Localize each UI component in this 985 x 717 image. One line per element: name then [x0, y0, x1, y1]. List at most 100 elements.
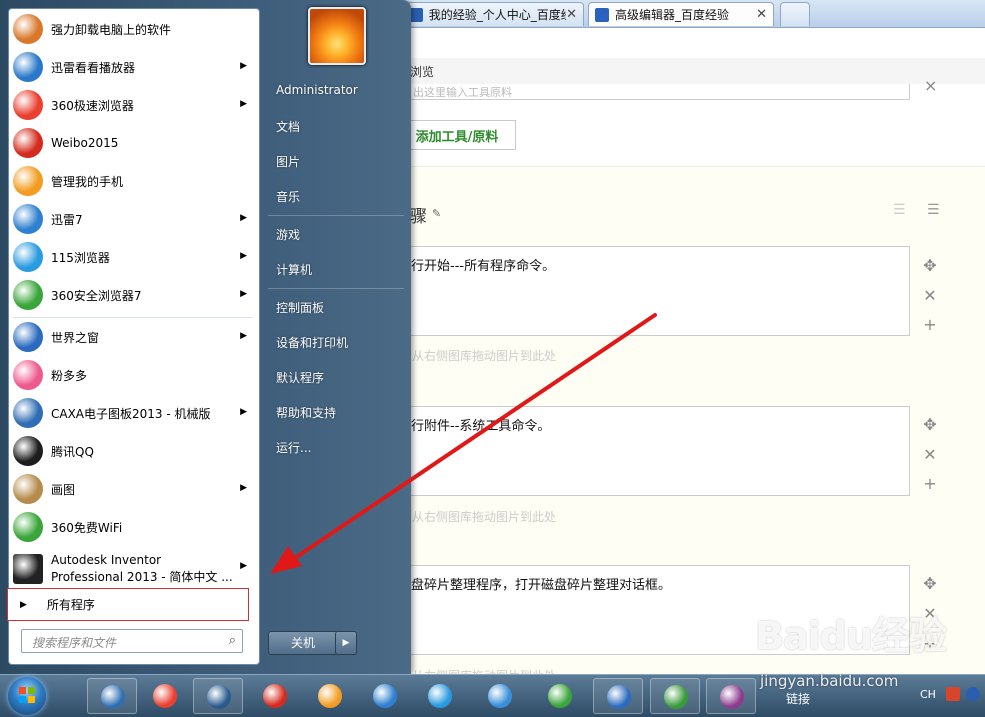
tool-input[interactable]: 出这里输入工具原料: [380, 84, 910, 100]
program-item[interactable]: 迅雷7 ▶: [13, 201, 255, 237]
program-item[interactable]: Autodesk Inventor Professional 2013 - 简体中…: [13, 549, 255, 589]
computer-link[interactable]: 计算机: [276, 261, 312, 278]
devices-printers-link[interactable]: 设备和打印机: [276, 334, 348, 351]
taskbar-button[interactable]: [535, 678, 585, 714]
media-center-icon: [101, 685, 125, 709]
program-item[interactable]: 腾讯QQ: [13, 433, 255, 469]
bookmark-item[interactable]: 浏览: [410, 63, 434, 80]
submenu-arrow-icon[interactable]: ▶: [240, 251, 247, 261]
taskbar-button[interactable]: [650, 678, 700, 714]
start-menu-links: Administrator 文档 图片 音乐 游戏 计算机 控制面板 设备和打印…: [260, 0, 411, 674]
program-item[interactable]: 迅雷看看播放器 ▶: [13, 49, 255, 85]
user-name-link[interactable]: Administrator: [276, 83, 358, 97]
divider: [268, 215, 404, 216]
music-link[interactable]: 音乐: [276, 188, 300, 205]
submenu-arrow-icon[interactable]: ▶: [240, 483, 247, 493]
close-tab-icon[interactable]: ✕: [756, 7, 767, 22]
move-icon[interactable]: ✥: [922, 574, 938, 593]
add-tool-button[interactable]: 添加工具/原料: [398, 120, 516, 150]
program-item[interactable]: 360极速浏览器 ▶: [13, 87, 255, 123]
tray-link[interactable]: 链接: [786, 690, 810, 707]
taskbar-button[interactable]: [593, 678, 643, 714]
tab-label: 高级编辑器_百度经验: [615, 8, 730, 22]
taskbar-button[interactable]: [706, 678, 756, 714]
move-icon[interactable]: ✥: [922, 256, 938, 275]
taskbar-button[interactable]: [360, 678, 410, 714]
windows-logo-icon: [19, 687, 35, 703]
watermark-url: jingyan.baidu.com: [760, 672, 899, 690]
close-icon[interactable]: ×: [924, 76, 937, 95]
user-avatar[interactable]: [308, 7, 366, 65]
steps-heading: 骤: [410, 207, 427, 227]
phone-manager-icon: [13, 166, 43, 196]
games-link[interactable]: 游戏: [276, 226, 300, 243]
submenu-arrow-icon[interactable]: ▶: [240, 407, 247, 417]
tab-advanced-editor[interactable]: 高级编辑器_百度经验 ✕: [588, 2, 774, 26]
default-programs-link[interactable]: 默认程序: [276, 369, 324, 386]
program-item[interactable]: 360安全浏览器7 ▶: [13, 277, 255, 313]
weibo-icon: [13, 128, 43, 158]
phone-manager-icon: [318, 684, 342, 708]
pencil-icon[interactable]: ✎: [432, 207, 441, 220]
start-button[interactable]: [8, 677, 46, 715]
submenu-arrow-icon[interactable]: ▶: [240, 289, 247, 299]
shutdown-options-icon[interactable]: ▶: [335, 631, 357, 655]
delete-icon[interactable]: ✕: [922, 286, 938, 305]
taskbar-button[interactable]: [87, 678, 137, 714]
program-item[interactable]: 世界之窗 ▶: [13, 319, 255, 355]
program-list: 强力卸载电脑上的软件迅雷看看播放器 ▶ 360极速浏览器 ▶ Weibo2015 管理我的…: [7, 8, 260, 665]
add-icon[interactable]: +: [922, 474, 938, 493]
submenu-arrow-icon[interactable]: ▶: [240, 213, 247, 223]
submenu-arrow-icon[interactable]: ▶: [240, 99, 247, 109]
program-item[interactable]: 管理我的手机: [13, 163, 255, 199]
video-player-icon: [207, 685, 231, 709]
program-label: 画图: [51, 482, 76, 497]
program-item[interactable]: CAXA电子图板2013 - 机械版 ▶: [13, 395, 255, 431]
shutdown-button[interactable]: 关机: [268, 631, 338, 655]
add-icon[interactable]: +: [922, 315, 938, 334]
program-item[interactable]: 画图 ▶: [13, 471, 255, 507]
program-label: 世界之窗: [51, 330, 100, 345]
pictures-link[interactable]: 图片: [276, 153, 300, 170]
run-link[interactable]: 运行...: [276, 439, 311, 456]
taskbar-button[interactable]: [415, 678, 465, 714]
program-item[interactable]: 粉多多: [13, 357, 255, 393]
submenu-arrow-icon[interactable]: ▶: [240, 331, 247, 341]
program-item[interactable]: 115浏览器 ▶: [13, 239, 255, 275]
program-item[interactable]: 强力卸载电脑上的软件: [13, 11, 255, 47]
documents-link[interactable]: 文档: [276, 118, 300, 135]
step-box-2[interactable]: 行附件--系统工具命令。: [380, 406, 910, 496]
taskbar-button[interactable]: [250, 678, 300, 714]
taskbar-button[interactable]: [475, 678, 525, 714]
weibo-icon: [263, 684, 287, 708]
program-item[interactable]: Weibo2015: [13, 125, 255, 161]
delete-icon[interactable]: ✕: [922, 445, 938, 464]
program-item[interactable]: 360免费WiFi: [13, 509, 255, 545]
all-programs-button[interactable]: ▶ 所有程序: [7, 588, 249, 621]
help-icon[interactable]: [966, 687, 980, 701]
taskbar-button[interactable]: [140, 678, 190, 714]
360-safe-browser-icon: [548, 684, 572, 708]
new-tab-button[interactable]: [780, 2, 810, 26]
move-icon[interactable]: ✥: [922, 415, 938, 434]
ordered-list-icon[interactable]: ☰: [893, 202, 906, 218]
drop-hint: 从右侧图库拖动图片到此处: [412, 349, 557, 363]
help-support-link[interactable]: 帮助和支持: [276, 404, 336, 421]
program-label: 强力卸载电脑上的软件: [51, 22, 172, 37]
step-box-1[interactable]: 行开始---所有程序命令。: [380, 246, 910, 336]
search-input[interactable]: 搜索程序和文件 ⌕: [21, 629, 243, 653]
input-language-indicator[interactable]: CH: [920, 688, 936, 701]
tab-personal-center[interactable]: 我的经验_个人中心_百度经 ✕: [402, 2, 584, 26]
search-icon[interactable]: ⌕: [229, 633, 236, 648]
submenu-arrow-icon[interactable]: ▶: [240, 561, 247, 571]
unordered-list-icon[interactable]: ☰: [927, 202, 940, 218]
program-label: 360安全浏览器7: [51, 288, 142, 303]
control-panel-link[interactable]: 控制面板: [276, 299, 324, 316]
step-text: 行开始---所有程序命令。: [411, 259, 556, 274]
page-favicon-icon: [409, 7, 423, 22]
sogou-ime-icon[interactable]: [946, 687, 960, 701]
taskbar-button[interactable]: [305, 678, 355, 714]
submenu-arrow-icon[interactable]: ▶: [240, 61, 247, 71]
close-tab-icon[interactable]: ✕: [566, 7, 577, 22]
taskbar-button[interactable]: [193, 678, 243, 714]
